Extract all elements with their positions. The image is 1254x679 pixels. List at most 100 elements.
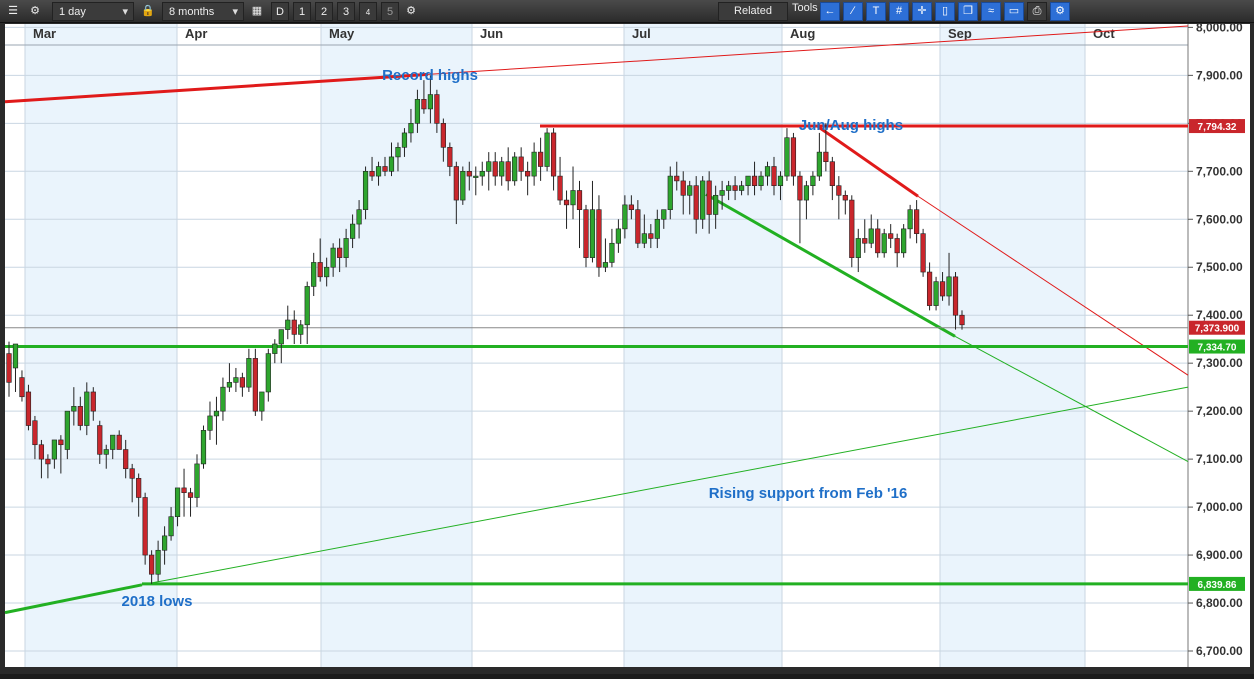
- candle-up: [764, 166, 771, 177]
- fibonacci-tool-icon[interactable]: ≈: [981, 2, 1001, 21]
- window-tool-icon[interactable]: ❐: [958, 2, 978, 21]
- candle-down: [771, 166, 777, 186]
- candle-tool-icon[interactable]: ▯: [935, 2, 955, 21]
- hash-tool-icon[interactable]: #: [889, 2, 909, 21]
- lock-icon[interactable]: 🔒: [139, 2, 157, 21]
- x-tick-label-may: May: [329, 26, 355, 41]
- interval-button-2[interactable]: 2: [315, 2, 333, 21]
- candle-down: [836, 185, 842, 196]
- candle-down: [914, 209, 920, 234]
- interval-button-d[interactable]: D: [271, 2, 289, 21]
- candle-down: [538, 151, 544, 167]
- candle-up: [473, 175, 479, 178]
- back-arrow-icon[interactable]: ←: [820, 2, 840, 21]
- menu-icon[interactable]: ☰: [4, 2, 22, 21]
- candle-up: [220, 386, 226, 412]
- candle-down: [732, 185, 738, 191]
- candle-up: [343, 238, 349, 258]
- candle-down: [939, 281, 946, 297]
- candle-up: [661, 209, 667, 220]
- candle-up: [12, 343, 19, 369]
- x-tick-label-sep: Sep: [948, 26, 972, 41]
- candle-down: [706, 180, 712, 215]
- candle-down: [959, 314, 965, 326]
- candle-up: [460, 171, 466, 201]
- interval-button-3[interactable]: 3: [337, 2, 355, 21]
- candle-up: [486, 161, 492, 172]
- gear-icon[interactable]: ⚙: [26, 2, 44, 21]
- interval-select[interactable]: 1 day: [52, 2, 134, 22]
- candle-up: [330, 247, 336, 268]
- candle-up: [641, 233, 647, 244]
- candle-down: [596, 209, 602, 268]
- candle-up: [71, 406, 77, 412]
- candle-up: [265, 353, 271, 393]
- interval-button-5[interactable]: 5: [381, 2, 399, 21]
- candle-up: [687, 185, 693, 196]
- y-tick-label: 6,900.00: [1196, 548, 1243, 562]
- candle-down: [583, 209, 589, 258]
- calendar-icon[interactable]: ▦: [248, 2, 266, 21]
- candle-down: [337, 247, 343, 258]
- candle-up: [427, 94, 433, 110]
- candle-up: [103, 449, 109, 455]
- print-icon[interactable]: ⎙: [1027, 2, 1047, 21]
- y-tick-label: 7,500.00: [1196, 260, 1243, 274]
- text-tool-icon[interactable]: T: [866, 2, 886, 21]
- y-tick-label: 7,900.00: [1196, 68, 1243, 82]
- candle-down: [952, 276, 959, 316]
- candle-down: [317, 262, 323, 278]
- candle-up: [713, 194, 719, 215]
- candlestick-chart[interactable]: Mar Apr May Jun Jul Aug Sep Oct 6,700.00 6,800.0…: [0, 20, 1254, 674]
- candle-down: [19, 377, 25, 398]
- candle-down: [674, 175, 680, 182]
- candle-up: [51, 439, 57, 460]
- chart-area[interactable]: Mar Apr May Jun Jul Aug Sep Oct 6,700.00 6,800.0…: [0, 20, 1254, 674]
- candle-down: [181, 487, 187, 493]
- candle-down: [505, 161, 511, 182]
- settings-icon[interactable]: ⚙: [402, 2, 420, 21]
- crosshair-tool-icon[interactable]: ✛: [912, 2, 932, 21]
- interval-button-4[interactable]: 4: [359, 2, 377, 21]
- candle-up: [589, 209, 596, 258]
- gear-blue-icon[interactable]: ⚙: [1050, 2, 1070, 21]
- x-tick-label-aug: Aug: [790, 26, 815, 41]
- y-tick-label: 7,000.00: [1196, 500, 1243, 514]
- candle-down: [142, 497, 148, 556]
- candle-up: [155, 549, 161, 575]
- candle-down: [6, 353, 12, 383]
- price-tag-label: 7,334.70: [1198, 343, 1237, 354]
- candle-up: [246, 358, 252, 388]
- curve-tool-icon[interactable]: ∕: [843, 2, 863, 21]
- eraser-tool-icon[interactable]: ▭: [1004, 2, 1024, 21]
- candle-up: [654, 218, 660, 239]
- candle-up: [512, 156, 518, 182]
- candle-up: [278, 329, 284, 345]
- candle-up: [479, 171, 485, 177]
- candle-up: [784, 137, 790, 177]
- candle-up: [161, 535, 168, 551]
- y-tick-label: 7,100.00: [1196, 452, 1243, 466]
- candle-up: [356, 209, 362, 225]
- candle-up: [570, 190, 576, 206]
- candle-down: [550, 132, 557, 177]
- candle-down: [557, 175, 563, 201]
- candle-down: [926, 271, 933, 306]
- interval-button-1[interactable]: 1: [293, 2, 311, 21]
- x-tick-label-jun: Jun: [480, 26, 503, 41]
- candle-up: [401, 132, 408, 148]
- candle-down: [90, 391, 96, 412]
- candle-up: [946, 276, 952, 297]
- candle-up: [304, 286, 310, 326]
- candle-up: [200, 430, 207, 465]
- candle-down: [291, 319, 297, 335]
- x-tick-label-jul: Jul: [632, 26, 651, 41]
- range-select[interactable]: 8 months: [162, 2, 244, 22]
- candle-down: [440, 123, 446, 148]
- candle-down: [466, 171, 472, 177]
- related-button[interactable]: Related: [718, 2, 788, 21]
- candle-down: [77, 406, 83, 426]
- candle-down: [97, 425, 103, 455]
- candle-down: [123, 449, 129, 470]
- annotation-rising-support: Rising support from Feb '16: [709, 485, 908, 502]
